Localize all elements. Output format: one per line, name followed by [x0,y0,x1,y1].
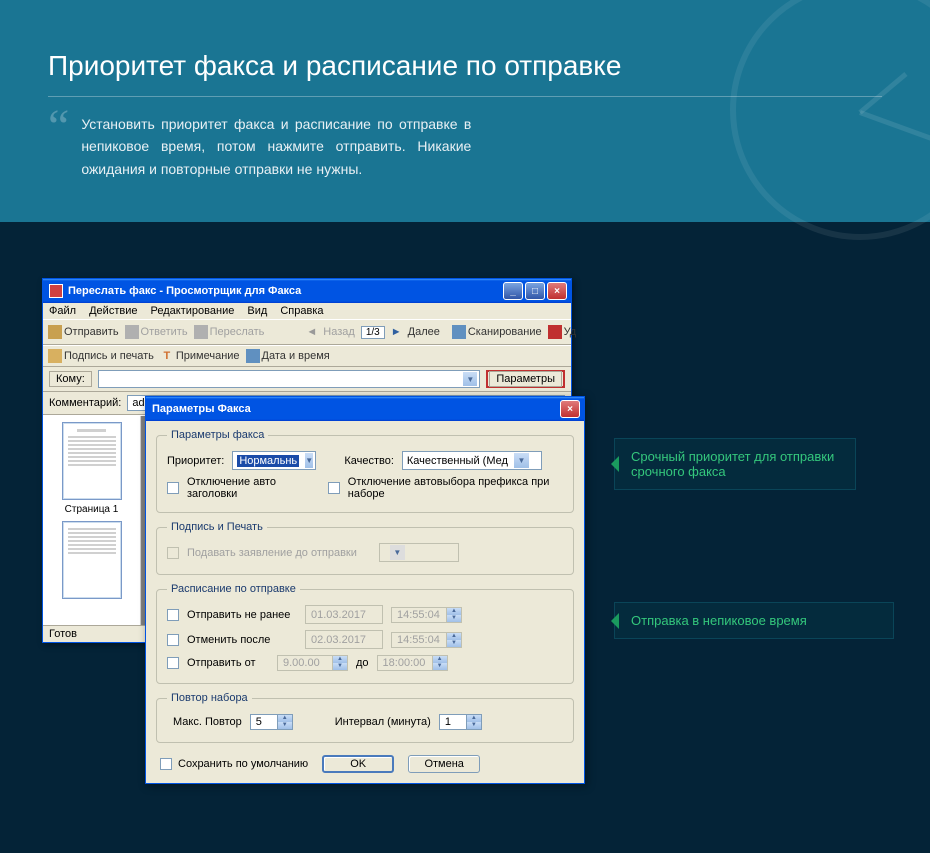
menu-help[interactable]: Справка [280,305,323,317]
retry-group: Повтор набора Макс. Повтор 5▲▼ Интервал … [156,692,574,743]
page-indicator[interactable]: 1/3 [361,326,385,339]
priority-select[interactable]: Нормальнь▼ [232,451,316,470]
fax-parameters-dialog: Параметры Факса × Параметры факса Приори… [145,396,585,784]
signature-select: ▼ [379,543,459,562]
cancel-after-checkbox[interactable] [167,634,179,646]
menu-edit[interactable]: Редактирование [151,305,235,317]
save-default-label: Сохранить по умолчанию [178,758,308,770]
date-icon [246,349,260,363]
delete-button[interactable]: Уд [548,325,577,339]
chk-label: Отключение автовыбора префикса при набор… [348,476,563,500]
back-button[interactable]: Назад [323,326,355,338]
group-legend: Параметры факса [167,429,268,441]
highlight-box: Параметры [486,370,565,388]
max-retry-spinner[interactable]: 5▲▼ [250,714,293,730]
menu-bar: Файл Действие Редактирование Вид Справка [43,303,571,319]
note-icon: T [160,349,174,363]
address-bar: Кому: ▼ Параметры [43,367,571,392]
time-spinner: 14:55:04▲▼ [391,632,462,648]
chevron-down-icon: ▼ [514,453,529,468]
schedule-group: Расписание по отправке Отправить не ране… [156,583,574,684]
comment-label: Комментарий: [49,397,121,409]
send-from-checkbox[interactable] [167,657,179,669]
group-legend: Расписание по отправке [167,583,300,595]
reply-button[interactable]: Ответить [125,325,188,339]
close-button[interactable]: × [547,282,567,300]
dialog-titlebar[interactable]: Параметры Факса × [146,397,584,421]
date-input: 01.03.2017 [305,605,383,624]
time-to-spinner: 18:00:00▲▼ [377,655,448,671]
dialog-close-button[interactable]: × [560,400,580,418]
signature-group: Подпись и Печать Подавать заявление до о… [156,521,574,575]
chk-label: Отправить от [187,657,269,669]
to-button[interactable]: Кому: [49,371,92,387]
fax-params-group: Параметры факса Приоритет: Нормальнь▼ Ка… [156,429,574,513]
to-label: до [356,657,369,669]
page-description: Установить приоритет факса и расписание … [81,113,471,180]
menu-view[interactable]: Вид [247,305,267,317]
apply-before-send-checkbox [167,547,179,559]
cancel-button[interactable]: Отмена [408,755,480,773]
thumbnail-panel: Страница 1 [43,416,141,625]
interval-label: Интервал (минута) [335,716,431,728]
app-icon [49,284,63,298]
delete-icon [548,325,562,339]
maximize-button[interactable]: □ [525,282,545,300]
chk-label: Отправить не ранее [187,609,297,621]
signature-icon [48,349,62,363]
send-button[interactable]: Отправить [48,325,119,339]
menu-file[interactable]: Файл [49,305,76,317]
clock-decoration [730,0,930,240]
quality-label: Качество: [344,455,394,467]
save-default-checkbox[interactable] [160,758,172,770]
callout-schedule: Отправка в непиковое время [614,602,894,639]
scan-icon [452,325,466,339]
callout-priority: Срочный приоритет для отправки срочного … [614,438,856,490]
priority-label: Приоритет: [167,455,224,467]
page-thumbnail[interactable] [62,521,122,599]
max-retry-label: Макс. Повтор [173,716,242,728]
group-legend: Подпись и Печать [167,521,267,533]
time-from-spinner: 9.00.00▲▼ [277,655,348,671]
chevron-down-icon: ▼ [390,545,405,560]
dialog-title: Параметры Факса [152,403,560,415]
recipient-combo[interactable]: ▼ [98,370,481,388]
window-title: Переслать факс - Просмотрщик для Факса [68,285,503,297]
minimize-button[interactable]: _ [503,282,523,300]
note-button[interactable]: TПримечание [160,349,240,363]
toolbar-annotate: Подпись и печать TПримечание Дата и врем… [43,345,571,367]
disable-prefix-checkbox[interactable] [328,482,340,494]
quality-select[interactable]: Качественный (Мед▼ [402,451,542,470]
chk-label: Отменить после [187,634,297,646]
forward-button[interactable]: Переслать [194,325,265,339]
forward-icon [194,325,208,339]
date-input: 02.03.2017 [305,630,383,649]
send-not-before-checkbox[interactable] [167,609,179,621]
signature-button[interactable]: Подпись и печать [48,349,154,363]
window-titlebar[interactable]: Переслать факс - Просмотрщик для Факса _… [43,279,571,303]
group-legend: Повтор набора [167,692,252,704]
menu-action[interactable]: Действие [89,305,137,317]
chevron-down-icon: ▼ [463,372,477,386]
scan-button[interactable]: Сканирование [452,325,542,339]
ok-button[interactable]: OK [322,755,394,773]
page-label: Страница 1 [43,504,140,515]
time-spinner: 14:55:04▲▼ [391,607,462,623]
quote-icon: “ [48,113,69,180]
chk-label: Подавать заявление до отправки [187,547,357,559]
parameters-button[interactable]: Параметры [489,371,562,387]
datetime-button[interactable]: Дата и время [246,349,330,363]
next-button[interactable]: Далее [408,326,440,338]
reply-icon [125,325,139,339]
chevron-down-icon: ▼ [305,453,313,468]
chk-label: Отключение авто заголовки [187,476,314,500]
page-thumbnail[interactable] [62,422,122,500]
interval-spinner[interactable]: 1▲▼ [439,714,482,730]
toolbar-main: Отправить Ответить Переслать ◄ Назад 1/3… [43,319,571,345]
send-icon [48,325,62,339]
disable-header-checkbox[interactable] [167,482,179,494]
